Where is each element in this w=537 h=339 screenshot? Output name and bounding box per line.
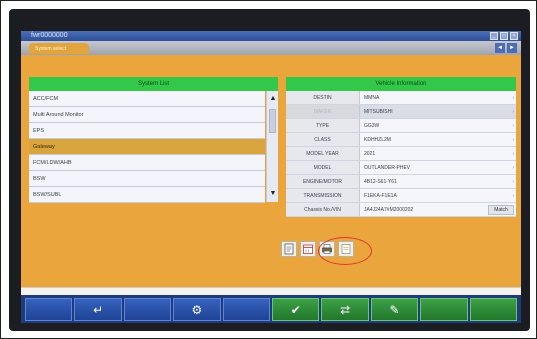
vehicle-info-value-text: 2021 (364, 151, 376, 157)
vehicle-info-value[interactable]: MMNA › (360, 91, 516, 104)
tab-row: System select ◄ ► (21, 41, 521, 55)
vehicle-info-value[interactable]: OUTLANDER-PHEV › (360, 161, 516, 174)
window-title: fwr0000000 (31, 32, 68, 39)
vehicle-info-value-text: MMNA (364, 95, 380, 101)
chevron-right-icon: › (512, 95, 514, 101)
system-list-item[interactable]: BSW/SUBL (29, 187, 265, 203)
blank-button-1[interactable] (25, 298, 73, 321)
erase-button[interactable]: ✎ (370, 298, 419, 321)
function-key-bar: ↵ ⚙ ✔ ⇄ ✎ (21, 295, 521, 323)
vehicle-info-panel: Vehicle Information DESTIN MMNA › MAKER MITS… (286, 77, 516, 235)
diagnostic-screen: fwr0000000 _ □ × System select ◄ ► Syste… (21, 31, 521, 323)
vehicle-info-value-text: JA4J24A7#M2000202 (364, 207, 414, 213)
close-button[interactable]: × (510, 32, 518, 40)
minimize-button[interactable]: _ (490, 32, 498, 40)
return-button-icon: ↵ (93, 302, 104, 317)
vehicle-info-value[interactable]: 4B12-S61-Y61 › (360, 175, 516, 188)
chevron-right-icon: › (512, 193, 514, 199)
chevron-right-icon: › (512, 165, 514, 171)
vehicle-info-value-text: GG3W (364, 123, 380, 129)
calendar-icon[interactable] (300, 241, 316, 257)
vehicle-info-label: MODEL YEAR (286, 147, 360, 160)
vehicle-info-label: DESTIN (286, 91, 360, 104)
vehicle-info-label: CLASS (286, 133, 360, 146)
document-icon[interactable] (281, 241, 297, 257)
blank-button-4[interactable] (420, 298, 468, 321)
vehicle-info-label: Chassis No./VIN (286, 203, 360, 216)
vehicle-info-value-text: KDHHZL2M (364, 137, 391, 143)
triangle-down-icon[interactable]: ▼ (267, 188, 279, 200)
nav-arrows: ◄ ► (495, 43, 517, 53)
tool-button[interactable]: ⚙ (173, 298, 221, 321)
vehicle-info-value[interactable]: F1EKA-F1E1A › (360, 189, 516, 202)
system-list-item[interactable]: Multi Around Monitor (29, 107, 265, 123)
system-list-panel: System List ACC/FCM Multi Around Monitor E… (29, 77, 278, 203)
ok-button[interactable]: ✔ (272, 298, 320, 321)
vehicle-info-label: ENGINE/MOTOR (286, 175, 360, 188)
ok-button-icon: ✔ (290, 302, 301, 317)
chevron-right-icon: › (512, 123, 514, 129)
chevron-right-icon: › (512, 179, 514, 185)
vehicle-info-label: MODEL (286, 161, 360, 174)
system-list-item[interactable]: BSW (29, 171, 265, 187)
triangle-up-icon[interactable]: ▲ (267, 93, 279, 105)
title-bar: fwr0000000 _ □ × (21, 31, 521, 41)
vehicle-info-row: CLASS KDHHZL2M › (286, 133, 516, 147)
vehicle-info-row: MAKER MITSUBISHI › (286, 105, 516, 119)
vehicle-info-header: Vehicle Information (286, 77, 516, 91)
system-list-item[interactable]: ACC/FCM (29, 91, 265, 107)
system-list-item[interactable]: FCM/LDW/AHB (29, 155, 265, 171)
vehicle-info-label: TRANSMISSION (286, 189, 360, 202)
blank-button-5[interactable] (469, 298, 518, 321)
vehicle-info-table: DESTIN MMNA › MAKER MITSUBISHI › TYPE GG3W › CLAS… (286, 91, 516, 217)
vehicle-info-label: MAKER (286, 105, 360, 118)
vehicle-info-row: TYPE GG3W › (286, 119, 516, 133)
chevron-right-icon: › (512, 137, 514, 143)
vehicle-info-row: MODEL OUTLANDER-PHEV › (286, 161, 516, 175)
red-annotation-circle (318, 237, 372, 265)
system-list-header: System List (29, 77, 278, 91)
status-bar (21, 287, 521, 295)
vehicle-info-value[interactable]: MITSUBISHI › (360, 105, 516, 118)
vehicle-info-label: TYPE (286, 119, 360, 132)
vehicle-info-row: MODEL YEAR 2021 › (286, 147, 516, 161)
vehicle-info-value[interactable]: JA4J24A7#M2000202 Match (360, 203, 516, 216)
system-list-item[interactable]: Gateway (29, 139, 265, 155)
match-button[interactable]: Match (488, 205, 514, 215)
cycle-button[interactable]: ⇄ (321, 298, 369, 321)
nav-prev-button[interactable]: ◄ (495, 43, 505, 53)
window-controls: _ □ × (490, 32, 518, 40)
system-list: ACC/FCM Multi Around Monitor EPS Gateway FCM… (29, 91, 265, 203)
return-button[interactable]: ↵ (74, 298, 122, 321)
vehicle-info-value[interactable]: 2021 › (360, 147, 516, 160)
blank-button-2[interactable] (123, 298, 172, 321)
vehicle-info-row: TRANSMISSION F1EKA-F1E1A › (286, 189, 516, 203)
vehicle-info-value-text: F1EKA-F1E1A (364, 193, 397, 199)
vehicle-info-row: ENGINE/MOTOR 4B12-S61-Y61 › (286, 175, 516, 189)
cycle-button-icon: ⇄ (340, 302, 351, 317)
vehicle-info-row: DESTIN MMNA › (286, 91, 516, 105)
nav-next-button[interactable]: ► (507, 43, 517, 53)
vehicle-info-value-text: MITSUBISHI (364, 109, 393, 115)
system-list-item[interactable]: EPS (29, 123, 265, 139)
erase-button-icon: ✎ (389, 302, 400, 317)
chevron-right-icon: › (512, 109, 514, 115)
vehicle-info-value[interactable]: GG3W › (360, 119, 516, 132)
blank-button-3[interactable] (222, 298, 271, 321)
vehicle-info-value[interactable]: KDHHZL2M › (360, 133, 516, 146)
photo-frame: fwr0000000 _ □ × System select ◄ ► Syste… (0, 0, 537, 339)
vehicle-info-value-text: 4B12-S61-Y61 (364, 179, 397, 185)
chevron-right-icon: › (512, 151, 514, 157)
scroll-thumb[interactable] (269, 109, 276, 133)
tool-button-icon: ⚙ (191, 302, 203, 317)
vehicle-info-row: Chassis No./VIN JA4J24A7#M2000202 Match (286, 203, 516, 217)
maximize-button[interactable]: □ (500, 32, 508, 40)
vehicle-info-value-text: OUTLANDER-PHEV (364, 165, 411, 171)
system-list-scrollbar[interactable]: ▲ ▼ (266, 91, 278, 202)
tab-system-select[interactable]: System select (29, 43, 89, 54)
